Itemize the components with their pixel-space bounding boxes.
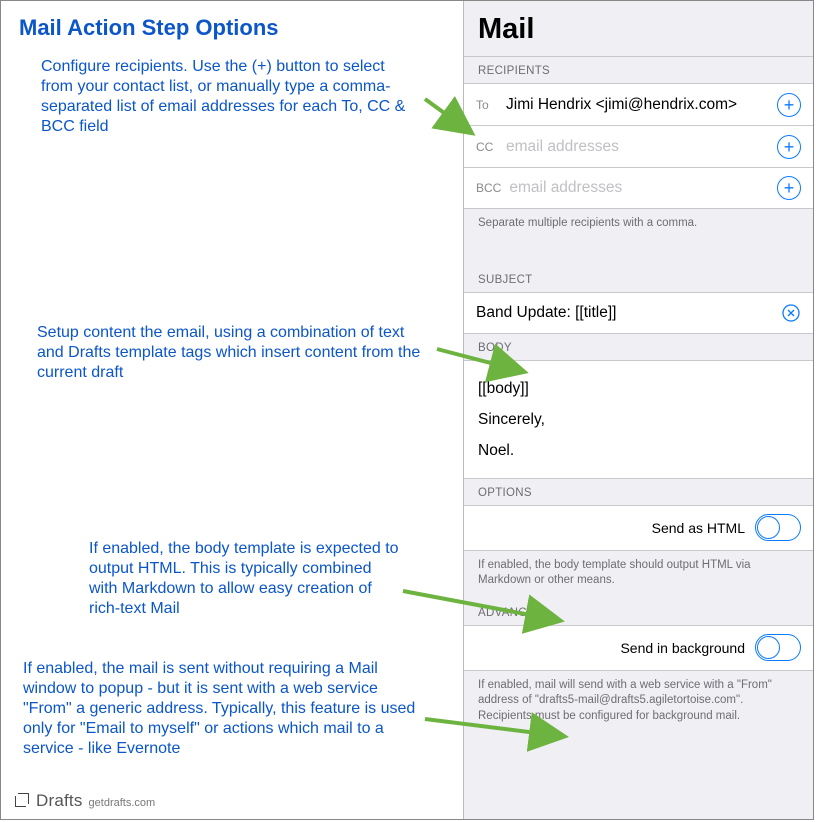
section-label-subject: SUBJECT xyxy=(464,266,813,292)
drafts-logo-icon xyxy=(15,793,30,808)
add-to-button[interactable]: + xyxy=(777,93,801,117)
add-bcc-button[interactable]: + xyxy=(777,176,801,200)
callout-html: If enabled, the body template is expecte… xyxy=(89,539,399,619)
to-row[interactable]: To Jimi Hendrix <jimi@hendrix.com> + xyxy=(464,83,813,125)
cc-prefix: CC xyxy=(476,140,498,154)
send-as-html-toggle[interactable] xyxy=(755,514,801,541)
subject-row[interactable]: Band Update: [[title]] xyxy=(464,292,813,334)
section-label-body: BODY xyxy=(464,334,813,360)
mail-settings-panel: Mail RECIPIENTS To Jimi Hendrix <jimi@he… xyxy=(463,1,813,819)
clear-subject-button[interactable] xyxy=(781,303,801,323)
clear-icon xyxy=(782,304,800,322)
html-hint: If enabled, the body template should out… xyxy=(464,551,813,599)
send-in-background-row: Send in background xyxy=(464,625,813,671)
callout-content: Setup content the email, using a combina… xyxy=(37,323,433,383)
panel-header: Mail xyxy=(464,1,813,56)
cc-placeholder[interactable]: email addresses xyxy=(506,138,777,156)
add-cc-button[interactable]: + xyxy=(777,135,801,159)
to-value[interactable]: Jimi Hendrix <jimi@hendrix.com> xyxy=(506,96,777,114)
footer: Drafts getdrafts.com xyxy=(15,791,155,811)
page-title: Mail Action Step Options xyxy=(19,15,445,41)
bcc-placeholder[interactable]: email addresses xyxy=(509,179,777,197)
body-textarea[interactable]: [[body]] Sincerely, Noel. xyxy=(464,360,813,479)
bcc-prefix: BCC xyxy=(476,181,501,195)
background-hint: If enabled, mail will send with a web se… xyxy=(464,671,813,735)
callout-background: If enabled, the mail is sent without req… xyxy=(23,659,423,759)
subject-value[interactable]: Band Update: [[title]] xyxy=(476,304,781,322)
recipients-hint: Separate multiple recipients with a comm… xyxy=(464,209,813,242)
left-panel: Mail Action Step Options Configure recip… xyxy=(1,1,463,819)
callout-recipients: Configure recipients. Use the (+) button… xyxy=(41,57,421,137)
bcc-row[interactable]: BCC email addresses + xyxy=(464,167,813,209)
send-as-html-row: Send as HTML xyxy=(464,505,813,551)
send-in-background-label: Send in background xyxy=(620,640,745,656)
send-as-html-label: Send as HTML xyxy=(652,520,745,536)
brand-name: Drafts xyxy=(36,791,83,811)
section-label-options: OPTIONS xyxy=(464,479,813,505)
section-label-advanced: ADVANCED xyxy=(464,599,813,625)
send-in-background-toggle[interactable] xyxy=(755,634,801,661)
cc-row[interactable]: CC email addresses + xyxy=(464,125,813,167)
brand-url: getdrafts.com xyxy=(89,797,156,809)
section-label-recipients: RECIPIENTS xyxy=(464,57,813,83)
panel-title: Mail xyxy=(478,13,799,46)
to-prefix: To xyxy=(476,98,498,112)
